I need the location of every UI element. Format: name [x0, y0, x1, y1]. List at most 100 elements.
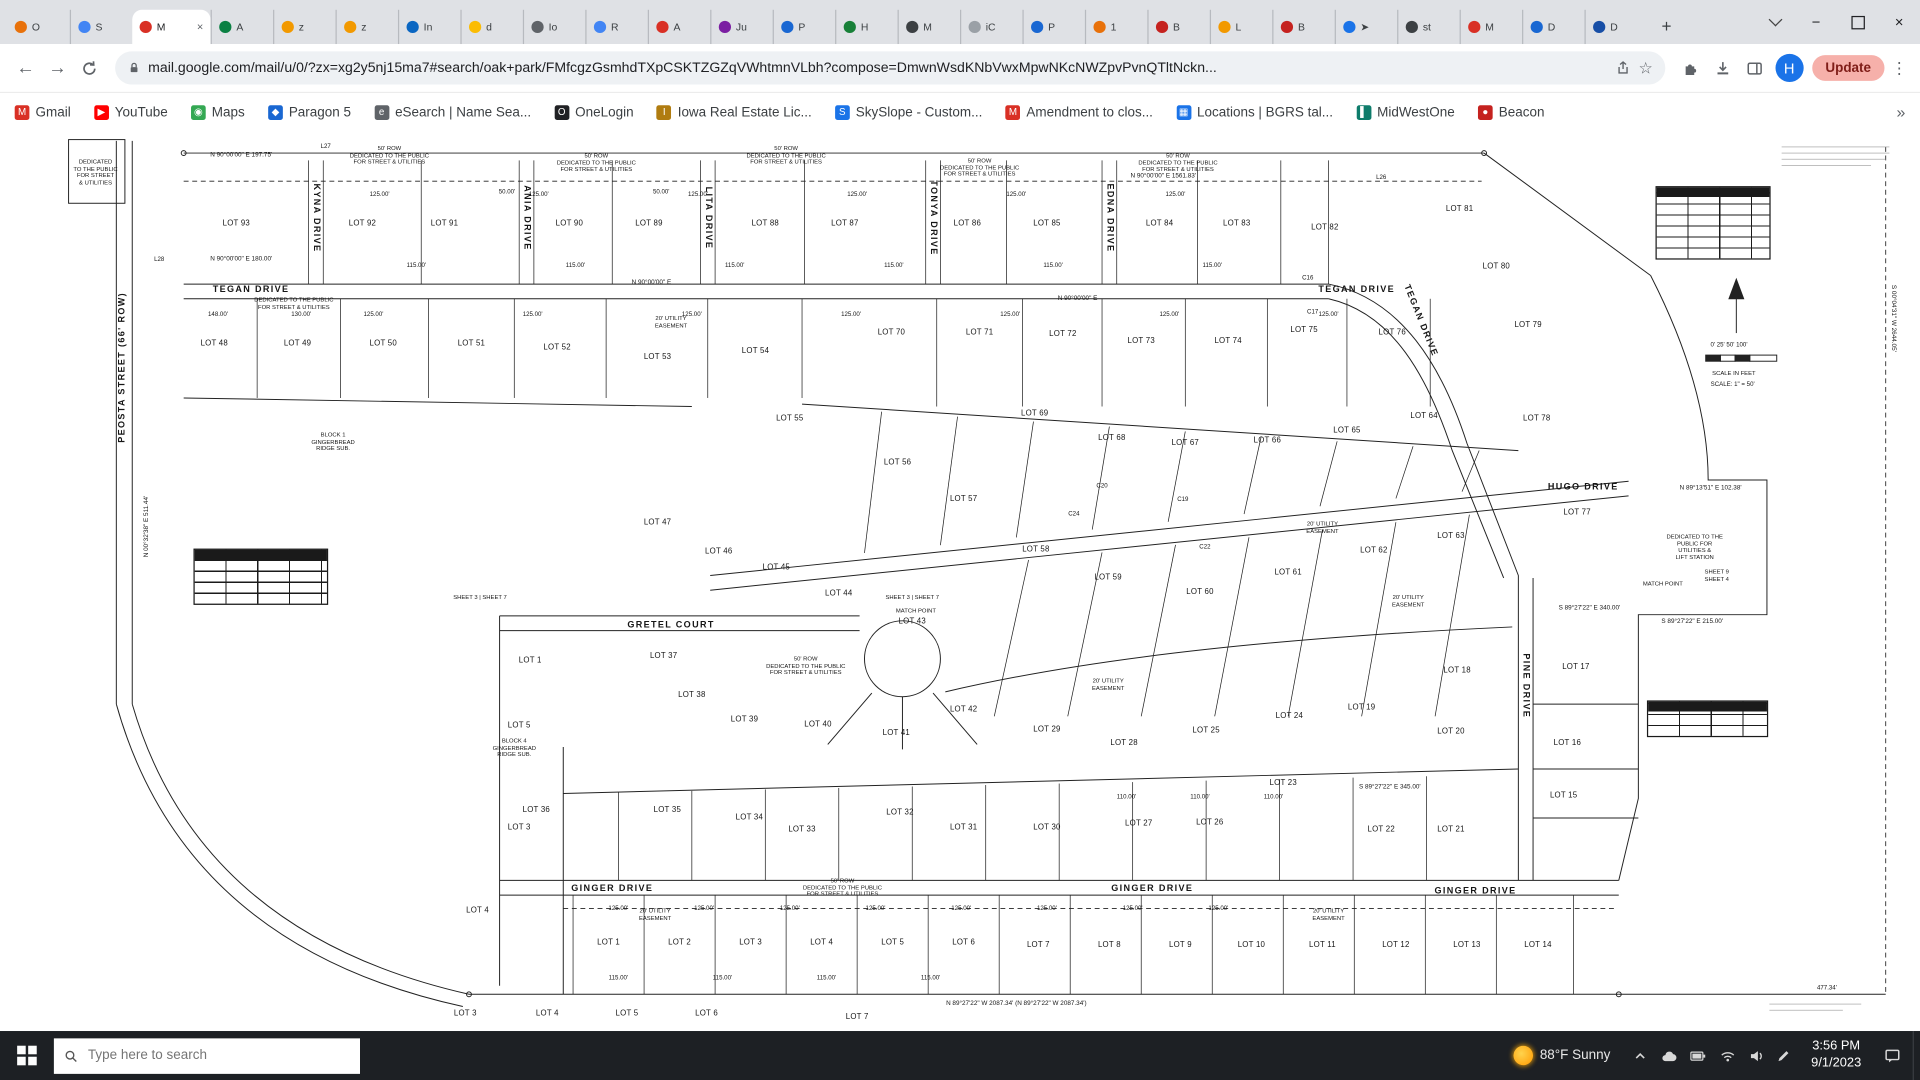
- browser-tab[interactable]: st: [1397, 10, 1459, 44]
- window-close-button[interactable]: ×: [1878, 4, 1920, 41]
- browser-tab[interactable]: S: [70, 10, 132, 44]
- tab-favicon-icon: [469, 21, 481, 33]
- browser-tab[interactable]: A: [648, 10, 710, 44]
- pen-icon[interactable]: [1776, 1048, 1792, 1064]
- tab-title: P: [1048, 21, 1055, 33]
- bookmark-item[interactable]: ◉Maps: [191, 105, 245, 120]
- bookmark-item[interactable]: OOneLogin: [554, 105, 633, 120]
- taskbar-weather[interactable]: 88°F Sunny: [1513, 1046, 1610, 1066]
- lock-icon: [127, 60, 140, 76]
- tab-title: B: [1173, 21, 1180, 33]
- browser-tab[interactable]: R: [585, 10, 647, 44]
- browser-tab[interactable]: In: [398, 10, 460, 44]
- start-button[interactable]: [0, 1031, 54, 1080]
- browser-tab[interactable]: Io: [523, 10, 585, 44]
- browser-tab[interactable]: O: [7, 10, 69, 44]
- bookmark-item[interactable]: SSkySlope - Custom...: [835, 105, 982, 120]
- tab-favicon-icon: [282, 21, 294, 33]
- browser-tab[interactable]: Ju: [710, 10, 772, 44]
- bookmark-item[interactable]: ◆Paragon 5: [268, 105, 351, 120]
- bookmark-item[interactable]: eeSearch | Name Sea...: [374, 105, 531, 120]
- tabs-container: OSM×AzzIndIoRAJuPHMiCP1BLB➤stMDD: [7, 7, 1647, 44]
- browser-menu-button[interactable]: ⋮: [1888, 58, 1910, 78]
- browser-tab[interactable]: d: [460, 10, 522, 44]
- bookmark-favicon-icon: S: [835, 105, 850, 120]
- forward-button[interactable]: →: [42, 52, 74, 84]
- browser-tab[interactable]: P: [773, 10, 835, 44]
- bookmark-favicon-icon: ▌: [1356, 105, 1371, 120]
- action-center-button[interactable]: [1871, 1031, 1913, 1080]
- bookmark-favicon-icon: ▦: [1176, 105, 1191, 120]
- bookmark-item[interactable]: IIowa Real Estate Lic...: [657, 105, 812, 120]
- browser-tab[interactable]: M: [898, 10, 960, 44]
- bookmark-item[interactable]: MAmendment to clos...: [1006, 105, 1153, 120]
- browser-tab[interactable]: 1: [1085, 10, 1147, 44]
- taskbar-search-input[interactable]: [85, 1047, 350, 1064]
- profile-avatar[interactable]: H: [1775, 54, 1803, 82]
- volume-icon[interactable]: [1747, 1048, 1764, 1064]
- windows-taskbar: 88°F Sunny: [0, 1031, 1920, 1080]
- bookmark-favicon-icon: ●: [1478, 105, 1493, 120]
- tab-title: A: [673, 21, 680, 33]
- refresh-icon: [81, 59, 98, 76]
- wifi-icon[interactable]: [1719, 1048, 1736, 1064]
- browser-tab[interactable]: H: [835, 10, 897, 44]
- chrome-update-button[interactable]: Update: [1812, 55, 1885, 81]
- new-tab-button[interactable]: +: [1652, 11, 1681, 40]
- tab-title: 1: [1111, 21, 1117, 33]
- system-tray: [1632, 1048, 1791, 1064]
- share-icon[interactable]: [1615, 60, 1631, 76]
- onedrive-cloud-icon[interactable]: [1659, 1048, 1677, 1064]
- tab-title: z: [361, 21, 366, 33]
- tab-favicon-icon: [1593, 21, 1605, 33]
- tab-favicon-icon: [1093, 21, 1105, 33]
- downloads-icon[interactable]: [1707, 52, 1739, 84]
- sun-icon: [1513, 1046, 1533, 1066]
- browser-tab[interactable]: A: [211, 10, 273, 44]
- tab-favicon-icon: [719, 21, 731, 33]
- bookmark-item[interactable]: MGmail: [15, 105, 71, 120]
- url-text: mail.google.com/mail/u/0/?zx=xg2y5nj15ma…: [148, 61, 1608, 76]
- browser-tab[interactable]: z: [336, 10, 398, 44]
- browser-tab[interactable]: z: [273, 10, 335, 44]
- extensions-puzzle-icon[interactable]: [1675, 52, 1707, 84]
- bookmark-item[interactable]: ●Beacon: [1478, 105, 1545, 120]
- window-minimize-button[interactable]: −: [1795, 4, 1837, 41]
- bookmark-item[interactable]: ▌MidWestOne: [1356, 105, 1454, 120]
- browser-toolbar: ← → mail.google.com/mail/u/0/?zx=xg2y5nj…: [0, 44, 1920, 93]
- tray-chevron-up-icon[interactable]: [1632, 1048, 1648, 1064]
- browser-tab[interactable]: D: [1522, 10, 1584, 44]
- refresh-button[interactable]: [73, 52, 105, 84]
- tab-favicon-icon: [531, 21, 543, 33]
- back-button[interactable]: ←: [10, 52, 42, 84]
- bookmarks-list: MGmail ▶YouTube ◉Maps ◆Paragon 5 eeSearch | …: [15, 105, 1545, 120]
- address-bar[interactable]: mail.google.com/mail/u/0/?zx=xg2y5nj15ma…: [115, 51, 1665, 84]
- browser-tab[interactable]: B: [1147, 10, 1209, 44]
- browser-tab[interactable]: M×: [132, 10, 210, 44]
- browser-tab[interactable]: ➤: [1335, 10, 1397, 44]
- browser-tab[interactable]: B: [1272, 10, 1334, 44]
- tab-search-chevron-icon[interactable]: [1769, 13, 1783, 27]
- taskbar-search[interactable]: [54, 1038, 360, 1074]
- browser-tab[interactable]: L: [1210, 10, 1272, 44]
- side-panel-icon[interactable]: [1738, 52, 1770, 84]
- bookmark-item[interactable]: ▦Locations | BGRS tal...: [1176, 105, 1333, 120]
- taskbar-clock[interactable]: 3:56 PM 9/1/2023: [1811, 1039, 1861, 1072]
- browser-tab[interactable]: P: [1022, 10, 1084, 44]
- panel-glyph: [1746, 59, 1763, 76]
- show-desktop-button[interactable]: [1913, 1031, 1920, 1080]
- tab-title: A: [236, 21, 243, 33]
- tab-close-icon[interactable]: ×: [197, 21, 203, 33]
- tab-title: In: [424, 21, 433, 33]
- curve-table-left: [193, 549, 328, 605]
- browser-tab[interactable]: iC: [960, 10, 1022, 44]
- window-maximize-button[interactable]: [1837, 4, 1879, 41]
- bookmark-star-icon[interactable]: ☆: [1638, 58, 1652, 78]
- bookmark-favicon-icon: M: [1006, 105, 1021, 120]
- browser-tab[interactable]: M: [1460, 10, 1522, 44]
- battery-icon[interactable]: [1689, 1048, 1709, 1064]
- bookmarks-overflow-chevron[interactable]: »: [1896, 103, 1905, 121]
- tab-title: M: [157, 21, 166, 33]
- bookmark-item[interactable]: ▶YouTube: [94, 105, 168, 120]
- browser-tab[interactable]: D: [1584, 10, 1646, 44]
